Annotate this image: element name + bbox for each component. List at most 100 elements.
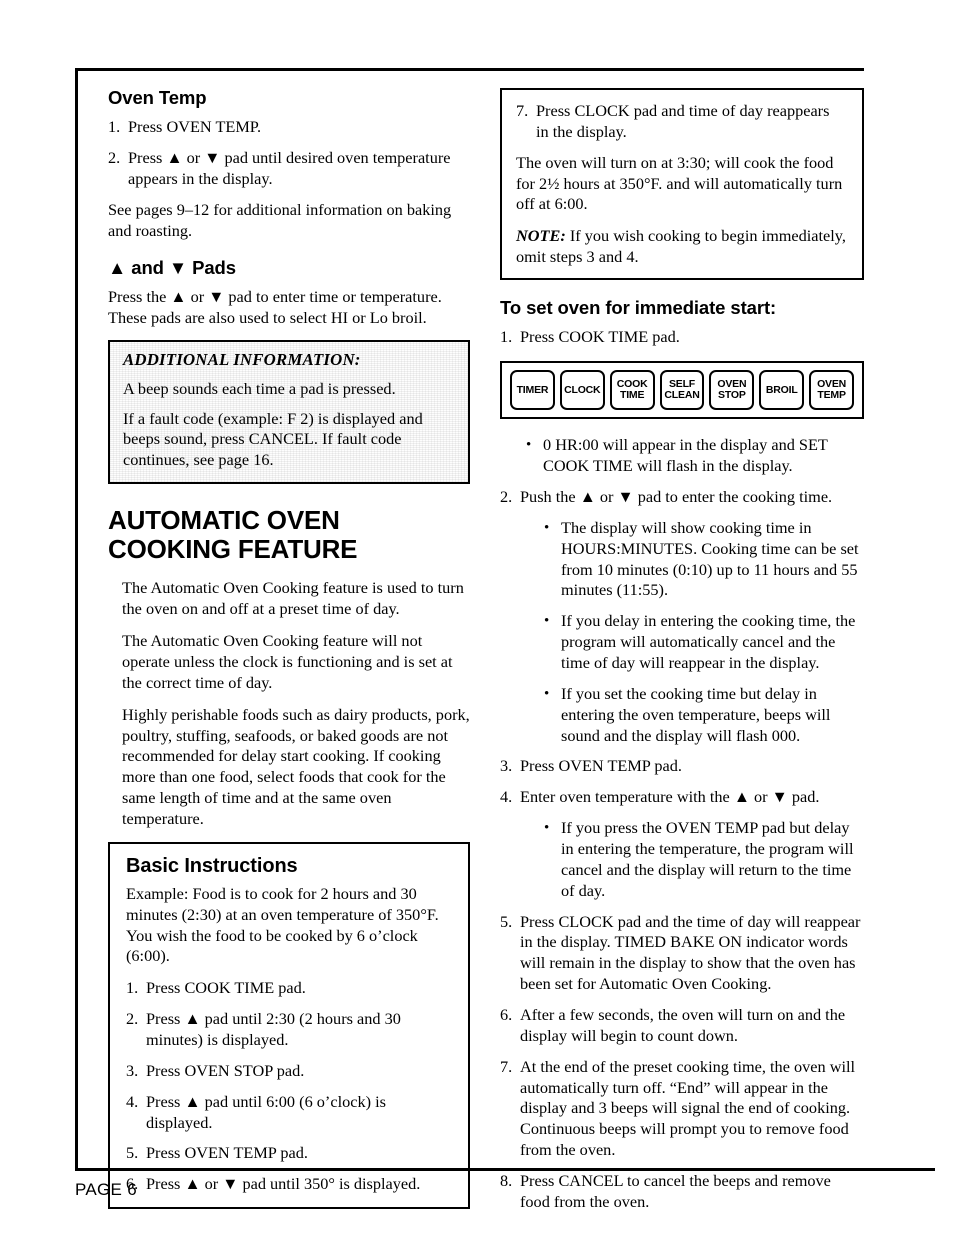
bullet-icon: • (544, 685, 550, 702)
list-text: Press ▲ or ▼ pad until 350° is displayed… (146, 1174, 421, 1194)
automatic-oven-heading: AUTOMATIC OVEN COOKING FEATURE (108, 506, 470, 564)
procedure-step: 4. Enter oven temperature with the ▲ or … (500, 787, 864, 808)
automatic-oven-heading-line-2: COOKING FEATURE (108, 534, 358, 565)
list-marker: 3. (126, 1060, 139, 1080)
list-text: Press OVEN TEMP pad. (520, 756, 682, 776)
broil-pad[interactable]: BROIL (759, 370, 805, 411)
procedure-bullet: • If you delay in entering the cooking t… (544, 611, 864, 674)
list-marker: 1. (500, 327, 513, 347)
list-marker: 6. (500, 1004, 513, 1024)
list-text: The display will show cooking time in HO… (561, 517, 859, 600)
basic-instructions-step: 4. Press ▲ pad until 6:00 (6 o’clock) is… (126, 1092, 454, 1134)
oven-temp-step-1: 1. Press OVEN TEMP. (108, 117, 470, 138)
procedure-step: 2. Push the ▲ or ▼ pad to enter the cook… (500, 487, 864, 508)
list-marker: 2. (108, 148, 121, 168)
self-clean-pad[interactable]: SELF CLEAN (659, 370, 705, 411)
page-number-label: PAGE 6 (75, 1180, 137, 1199)
list-text: Press CANCEL to cancel the beeps and rem… (520, 1171, 831, 1211)
left-column: Oven Temp 1. Press OVEN TEMP. 2. Press ▲… (108, 87, 470, 1210)
additional-information-title: ADDITIONAL INFORMATION: (123, 349, 361, 369)
bullet-icon: • (544, 820, 550, 837)
list-text: Press ▲ or ▼ pad until desired oven temp… (128, 148, 451, 189)
automatic-oven-body: The Automatic Oven Cooking feature is us… (122, 578, 470, 829)
basic-instructions-step: 1. Press COOK TIME pad. (126, 978, 454, 999)
additional-information-box: ADDITIONAL INFORMATION: A beep sounds ea… (108, 339, 470, 485)
list-marker: 4. (126, 1091, 139, 1111)
list-text: If you press the OVEN TEMP pad but delay… (561, 818, 854, 900)
list-marker: 2. (500, 486, 513, 506)
right-column: 7. Press CLOCK pad and time of day reapp… (500, 88, 864, 1213)
list-marker: 7. (500, 1056, 513, 1076)
list-text: At the end of the preset cooking time, t… (520, 1056, 856, 1160)
note-text: If you wish cooking to begin immediately… (516, 226, 846, 267)
basic-instructions-heading: Basic Instructions (126, 854, 298, 877)
automatic-oven-heading-line-1: AUTOMATIC OVEN (108, 505, 340, 536)
list-marker: 7. (516, 101, 529, 120)
list-text: Press OVEN TEMP. (128, 117, 262, 137)
list-text: Press OVEN STOP pad. (146, 1060, 305, 1080)
list-text: Press OVEN TEMP pad. (146, 1143, 308, 1163)
list-text: Press ▲ pad until 6:00 (6 o’clock) is di… (146, 1091, 386, 1132)
immediate-start-heading: To set oven for immediate start: (500, 297, 777, 319)
automatic-oven-paragraph: Highly perishable foods such as dairy pr… (122, 704, 470, 828)
list-text: Press ▲ pad until 2:30 (2 hours and 30 m… (146, 1009, 401, 1049)
list-text: If you delay in entering the cooking tim… (561, 611, 856, 672)
basic-instructions-box: Basic Instructions Example: Food is to c… (108, 841, 470, 1210)
list-marker: 4. (500, 787, 513, 807)
section-oven-temp: Oven Temp 1. Press OVEN TEMP. 2. Press ▲… (108, 87, 470, 242)
procedure-bullet: • The display will show cooking time in … (544, 518, 864, 601)
basic-instructions-step: 5. Press OVEN TEMP pad. (126, 1143, 454, 1164)
basic-instructions-step: 3. Press OVEN STOP pad. (126, 1061, 454, 1082)
clock-pad[interactable]: CLOCK (559, 370, 605, 411)
list-text: Press CLOCK pad and time of day reappear… (536, 101, 830, 141)
list-text: Press COOK TIME pad. (520, 327, 680, 347)
list-text: If you set the cooking time but delay in… (561, 683, 831, 745)
procedure-bullet: • If you press the OVEN TEMP pad but del… (544, 818, 864, 901)
bullet-icon: • (544, 613, 550, 630)
basic-instructions-step: 2. Press ▲ pad until 2:30 (2 hours and 3… (126, 1009, 454, 1051)
note-box-step-7: 7. Press CLOCK pad and time of day reapp… (516, 101, 846, 143)
list-text: 0 HR:00 will appear in the display and S… (543, 435, 828, 476)
note-box-note: NOTE: If you wish cooking to begin immed… (516, 226, 846, 268)
oven-temp-pad[interactable]: OVEN TEMP (809, 370, 855, 411)
automatic-oven-paragraph: The Automatic Oven Cooking feature is us… (122, 578, 464, 619)
arrow-pads-heading: ▲ and ▼ Pads (108, 256, 236, 278)
procedure-step: 6. After a few seconds, the oven will tu… (500, 1005, 864, 1047)
section-immediate-start: To set oven for immediate start: 1. Pres… (500, 297, 864, 348)
procedure-step: 8. Press CANCEL to cancel the beeps and … (500, 1171, 864, 1213)
list-marker: 3. (500, 756, 513, 776)
oven-temp-step-2: 2. Press ▲ or ▼ pad until desired oven t… (108, 148, 470, 190)
timer-pad[interactable]: TIMER (510, 370, 555, 411)
oven-control-panel-illustration: TIMER CLOCK COOK TIME SELF CLEAN OVEN ST… (500, 361, 864, 420)
oven-stop-pad[interactable]: OVEN STOP (709, 370, 755, 411)
basic-instructions-example: Example: Food is to cook for 2 hours and… (126, 883, 439, 966)
oven-temp-heading: Oven Temp (108, 87, 207, 108)
section-arrow-pads: ▲ and ▼ Pads Press the ▲ or ▼ pad to ent… (108, 256, 470, 329)
automatic-oven-paragraph: The Automatic Oven Cooking feature will … (122, 631, 453, 692)
delay-start-note-box: 7. Press CLOCK pad and time of day reapp… (500, 88, 864, 281)
note-label: NOTE: (516, 226, 566, 246)
immediate-start-step-list: • 0 HR:00 will appear in the display and… (500, 435, 864, 1213)
basic-instructions-step: 6. Press ▲ or ▼ pad until 350° is displa… (126, 1174, 454, 1195)
list-marker: 5. (126, 1143, 139, 1163)
section-automatic-oven-cooking: AUTOMATIC OVEN COOKING FEATURE The Autom… (108, 506, 470, 830)
procedure-step: 5. Press CLOCK pad and the time of day w… (500, 912, 864, 995)
additional-information-paragraph: If a fault code (example: F 2) is displa… (123, 408, 423, 470)
procedure-bullet: • If you set the cooking time but delay … (544, 684, 864, 747)
list-marker: 5. (500, 911, 513, 931)
list-marker: 1. (126, 978, 139, 998)
bullet-icon: • (544, 519, 550, 536)
list-text: Enter oven temperature with the ▲ or ▼ p… (520, 787, 820, 807)
list-marker: 1. (108, 117, 121, 137)
arrow-pads-body: Press the ▲ or ▼ pad to enter time or te… (108, 286, 442, 327)
bullet-icon: • (526, 437, 532, 454)
list-marker: 8. (500, 1171, 513, 1190)
immediate-start-step-1: 1. Press COOK TIME pad. (500, 327, 864, 348)
procedure-step: 3. Press OVEN TEMP pad. (500, 756, 864, 777)
list-text: After a few seconds, the oven will turn … (520, 1004, 846, 1045)
additional-information-paragraph: A beep sounds each time a pad is pressed… (123, 378, 396, 398)
list-text: Press COOK TIME pad. (146, 978, 306, 998)
cook-time-pad[interactable]: COOK TIME (609, 370, 655, 411)
note-box-summary: The oven will turn on at 3:30; will cook… (516, 152, 843, 214)
oven-temp-cross-reference: See pages 9–12 for additional informatio… (108, 199, 452, 240)
